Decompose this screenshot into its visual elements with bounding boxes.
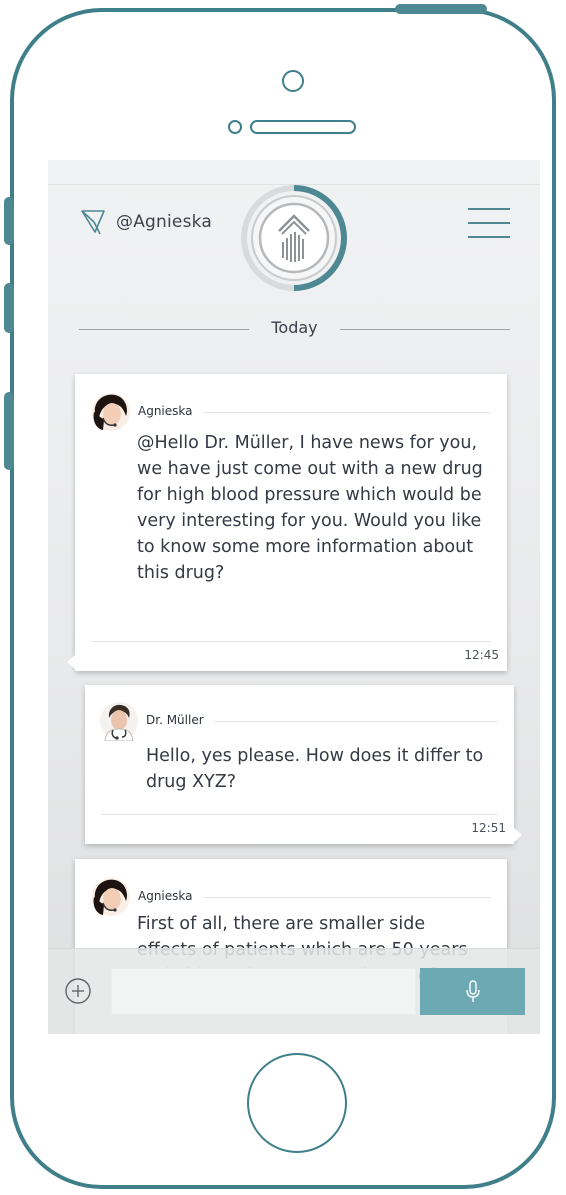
volume-up-button: [4, 283, 14, 333]
footer-divider: [91, 641, 491, 642]
power-button: [395, 4, 487, 14]
hamburger-menu-icon[interactable]: [468, 207, 510, 239]
earpiece-speaker: [250, 120, 356, 134]
app-screen: @Agnieska Today Agnieska @Hello Dr. Müll…: [48, 160, 540, 1034]
message-header: Agnieska: [91, 392, 491, 432]
message-input[interactable]: [111, 968, 416, 1015]
woman-headset-avatar-icon: [92, 393, 130, 431]
date-label: Today: [271, 318, 318, 337]
bubble-tail: [514, 828, 522, 842]
building-logo-icon[interactable]: [238, 182, 350, 294]
proximity-sensor: [228, 120, 242, 134]
brand-logo-icon: [81, 210, 105, 235]
mute-switch: [4, 197, 14, 245]
woman-headset-avatar-icon: [92, 878, 130, 916]
home-button[interactable]: [247, 1053, 347, 1153]
sender-name: Dr. Müller: [146, 713, 214, 727]
microphone-button[interactable]: [420, 968, 525, 1015]
message-bubble[interactable]: Agnieska @Hello Dr. Müller, I have news …: [67, 374, 507, 671]
doctor-avatar-icon: [100, 702, 138, 741]
message-header: Dr. Müller: [99, 701, 498, 741]
footer-divider: [101, 814, 498, 815]
front-camera: [282, 70, 304, 92]
message-bubble[interactable]: Dr. Müller Hello, yes please. How does i…: [85, 685, 522, 844]
sender-name: Agnieska: [138, 889, 203, 903]
username: @Agnieska: [116, 212, 212, 232]
date-separator: Today: [79, 318, 510, 342]
sender-name: Agnieska: [138, 404, 203, 418]
microphone-icon: [465, 979, 480, 1002]
message-text: @Hello Dr. Müller, I have news for you, …: [137, 433, 483, 583]
message-text: Hello, yes please. How does it differ to…: [146, 746, 484, 792]
bubble-tail: [67, 655, 75, 669]
volume-down-button: [4, 392, 14, 470]
user-brand[interactable]: @Agnieska: [80, 208, 212, 236]
message-composer: [48, 948, 540, 1034]
message-time: 12:45: [464, 648, 499, 662]
message-time: 12:51: [471, 821, 506, 835]
plus-circle-icon[interactable]: [65, 978, 91, 1004]
